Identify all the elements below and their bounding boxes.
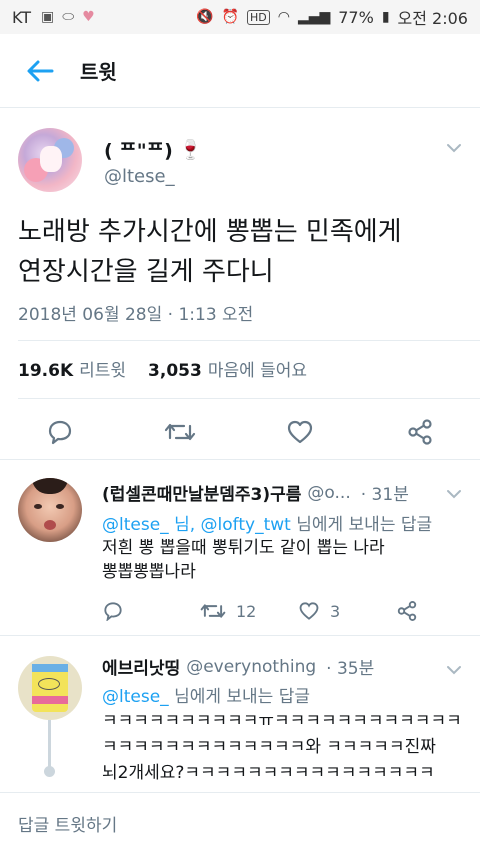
heart-outline-icon xyxy=(299,602,319,620)
reply-button[interactable] xyxy=(44,416,76,448)
reply-text: ㅋㅋㅋㅋㅋㅋㅋㅋㅋㅋㅠㅋㅋㅋㅋㅋㅋㅋㅋㅋㅋㅋㅋ ㅋㅋㅋㅋㅋㅋㅋㅋㅋㅋㅋㅋㅋ와 ㅋ… xyxy=(102,708,470,792)
reply-text-line: 저흰 뽕 뽑을때 뽕튀기도 같이 뽑는 나라 xyxy=(102,538,385,558)
battery-icon: ▮ xyxy=(381,9,390,25)
battery-label: 77% xyxy=(338,7,374,27)
reply-text-line: 뽕뽑뽕뽑나라 xyxy=(102,562,196,582)
reply-time: · 35분 xyxy=(326,659,375,679)
reply-button[interactable] xyxy=(102,601,200,621)
reply-tweet[interactable]: (럽셀콘때만날분뎀주3)구름 @o... · 31분 @ltese_ 님, @l… xyxy=(0,460,480,636)
reply-to-suffix: 님에게 보내는 답글 xyxy=(174,687,311,707)
reply-menu-button[interactable] xyxy=(446,484,462,503)
mention-link[interactable]: @ltese_ 님, xyxy=(102,515,195,535)
reply-author-handle[interactable]: @o... xyxy=(307,483,350,503)
retweet-button[interactable]: 12 xyxy=(200,601,298,621)
reply-header: (럽셀콘때만날분뎀주3)구름 @o... · 31분 xyxy=(102,480,409,506)
tweet-text-line: 연장시간을 길게 주다니 xyxy=(18,257,274,287)
like-count[interactable]: 3,053 xyxy=(148,361,202,381)
chevron-down-icon xyxy=(447,666,461,675)
tweet-stats: 19.6K 리트윗 3,053 마음에 들어요 xyxy=(18,356,307,381)
status-bar: KT ▣ ⬭ ♥ 🔇 ⏰ HD ◠ ▂▄▆ 77% ▮ 오전 2:06 xyxy=(0,0,480,34)
back-arrow-icon xyxy=(27,60,54,81)
heart-icon: ♥ xyxy=(82,9,95,25)
reply-to-suffix: 님에게 보내는 답글 xyxy=(296,515,433,535)
tweet-text: 노래방 추가시간에 뽕뽑는 민족에게 연장시간을 길게 주다니 xyxy=(18,212,468,292)
reply-to-line: @ltese_ 님, @lofty_twt 님에게 보내는 답글 xyxy=(102,510,432,535)
reply-time: · 31분 xyxy=(360,485,409,505)
like-label[interactable]: 마음에 들어요 xyxy=(208,356,307,381)
reply-text-line: ㅋㅋㅋㅋㅋㅋㅋㅋㅋㅋㅠㅋㅋㅋㅋㅋㅋㅋㅋㅋㅋㅋㅋ xyxy=(102,711,462,731)
signal-icon: ▂▄▆ xyxy=(297,9,331,25)
share-button[interactable] xyxy=(396,600,418,622)
reply-icon xyxy=(104,602,122,621)
retweet-label[interactable]: 리트윗 xyxy=(79,356,126,381)
reply-author-name[interactable]: (럽셀콘때만날분뎀주3)구름 xyxy=(102,480,301,505)
divider xyxy=(18,340,480,341)
reply-text: 저흰 뽕 뽑을때 뽕튀기도 같이 뽑는 나라 뽕뽑뽕뽑나라 xyxy=(102,536,470,584)
hd-icon: HD xyxy=(246,9,270,25)
reply-action-bar: 12 3 xyxy=(102,596,442,626)
mention-link[interactable]: @ltese_ xyxy=(102,687,169,707)
reply-author-name[interactable]: 에브리낫띵 xyxy=(102,654,180,679)
mention-link[interactable]: @lofty_twt xyxy=(201,515,291,535)
like-button[interactable] xyxy=(284,416,316,448)
photo-icon: ▣ xyxy=(41,9,55,25)
author-name-row[interactable]: ( ᄑ"ᄑ) 🍷 xyxy=(104,136,203,163)
author-display-name: ( ᄑ"ᄑ) xyxy=(104,140,173,162)
reply-tweet[interactable]: 에브리낫띵 @everynothing · 35분 @ltese_ 님에게 보내… xyxy=(0,636,480,792)
share-icon xyxy=(408,419,432,445)
reply-compose-bar[interactable]: 답글 트윗하기 xyxy=(0,792,480,854)
share-button[interactable] xyxy=(404,416,436,448)
retweet-icon xyxy=(200,604,226,618)
retweet-button[interactable] xyxy=(164,416,196,448)
clock: 오전 2:06 xyxy=(397,9,468,28)
avatar[interactable] xyxy=(18,128,82,192)
tweet-menu-button[interactable] xyxy=(446,138,462,157)
like-button[interactable]: 3 xyxy=(298,601,396,621)
pill-icon: ⬭ xyxy=(62,9,75,25)
back-button[interactable] xyxy=(0,34,80,108)
reply-author-handle[interactable]: @everynothing xyxy=(186,657,316,677)
reply-icon xyxy=(48,420,72,445)
retweet-icon xyxy=(164,423,196,441)
reply-input-placeholder[interactable]: 답글 트윗하기 xyxy=(18,811,117,836)
like-count: 3 xyxy=(330,601,341,621)
wine-emoji: 🍷 xyxy=(178,139,203,161)
page-title: 트윗 xyxy=(80,60,117,84)
tweet-action-bar xyxy=(0,408,480,452)
main-tweet: ( ᄑ"ᄑ) 🍷 @ltese_ 노래방 추가시간에 뽕뽑는 민족에게 연장시간… xyxy=(0,108,480,460)
avatar[interactable] xyxy=(18,478,82,542)
thread-dot xyxy=(44,766,55,777)
alarm-icon: ⏰ xyxy=(221,9,239,25)
reply-header: 에브리낫띵 @everynothing · 35분 xyxy=(102,654,375,680)
mute-icon: 🔇 xyxy=(196,9,214,25)
tweet-text-line: 노래방 추가시간에 뽕뽑는 민족에게 xyxy=(18,217,402,247)
avatar[interactable] xyxy=(18,656,82,720)
reply-menu-button[interactable] xyxy=(446,660,462,679)
wifi-icon: ◠ xyxy=(277,9,290,25)
reply-to-line: @ltese_ 님에게 보내는 답글 xyxy=(102,682,310,707)
retweet-count[interactable]: 19.6K xyxy=(18,361,73,381)
divider xyxy=(18,398,480,399)
share-icon xyxy=(397,601,417,621)
heart-outline-icon xyxy=(287,420,313,444)
author-handle[interactable]: @ltese_ xyxy=(104,166,175,187)
app-bar: 트윗 xyxy=(0,34,480,108)
thread-line xyxy=(48,720,51,770)
tweet-timestamp: 2018년 06월 28일 · 1:13 오전 xyxy=(18,305,254,325)
carrier-label: KT xyxy=(12,7,32,27)
reply-text-line: 뇌2개세요?ㅋㅋㅋㅋㅋㅋㅋㅋㅋㅋㅋㅋㅋㅋㅋㅋ xyxy=(102,763,435,783)
retweet-count: 12 xyxy=(236,601,257,621)
reply-text-line: ㅋㅋㅋㅋㅋㅋㅋㅋㅋㅋㅋㅋㅋ와 ㅋㅋㅋㅋㅋ진짜 xyxy=(102,737,436,757)
chevron-down-icon xyxy=(447,144,461,153)
chevron-down-icon xyxy=(447,490,461,499)
